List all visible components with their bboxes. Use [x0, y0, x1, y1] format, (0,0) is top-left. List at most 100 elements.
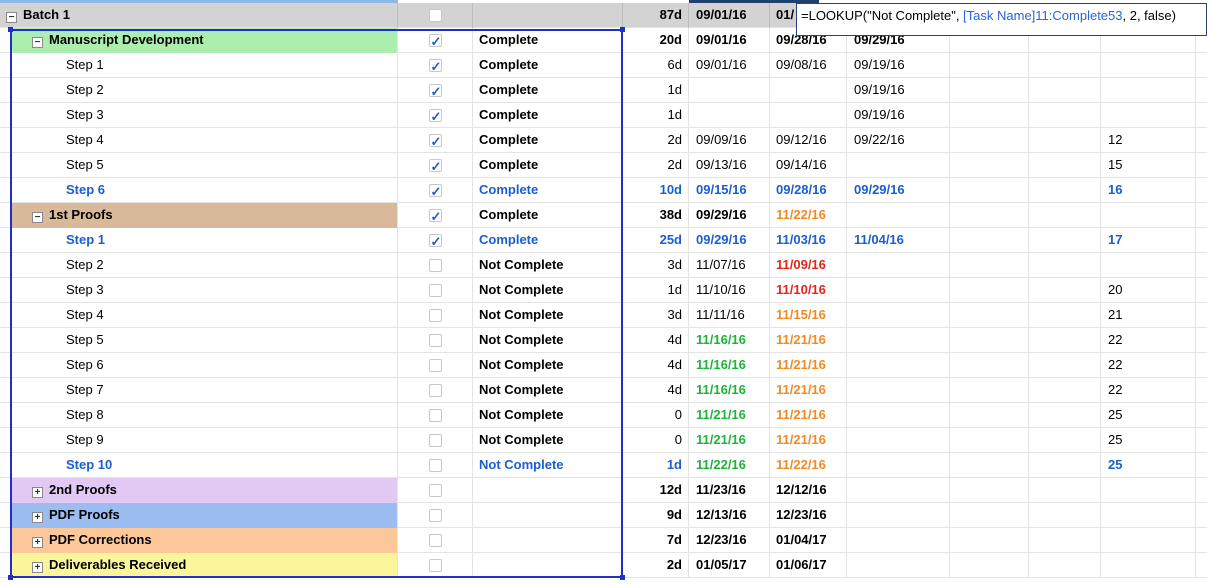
task-name-cell[interactable]: Step 2 [11, 78, 398, 103]
complete-checkbox-cell[interactable] [398, 228, 473, 253]
date-cell[interactable]: 11/04/16 [847, 228, 950, 253]
end-date-cell[interactable]: 09/08/16 [770, 53, 847, 78]
row-number-cell[interactable] [1101, 103, 1196, 128]
row-number-cell[interactable] [1101, 478, 1196, 503]
task-name-cell[interactable]: Step 5 [11, 153, 398, 178]
unchecked-checkbox[interactable] [428, 534, 442, 548]
duration-cell[interactable]: 20d [623, 28, 689, 53]
task-row[interactable]: Step 6 Not Complete 4d 11/16/16 11/21/16 22 [0, 353, 1207, 378]
start-date-cell[interactable]: 11/16/16 [689, 328, 770, 353]
status-cell[interactable] [473, 3, 623, 28]
unchecked-checkbox[interactable] [428, 359, 442, 373]
complete-checkbox-cell[interactable] [398, 278, 473, 303]
end-date-cell[interactable]: 12/23/16 [770, 503, 847, 528]
empty-cell[interactable] [950, 303, 1029, 328]
empty-cell[interactable] [1029, 78, 1101, 103]
duration-cell[interactable]: 2d [623, 553, 689, 578]
empty-cell[interactable] [1196, 378, 1207, 403]
empty-cell[interactable] [1196, 228, 1207, 253]
complete-checkbox-cell[interactable] [398, 428, 473, 453]
date-cell[interactable] [847, 478, 950, 503]
start-date-cell[interactable]: 09/09/16 [689, 128, 770, 153]
task-name-cell[interactable]: Step 10 [11, 453, 398, 478]
task-row[interactable]: Step 2 Complete1d 09/19/16 [0, 78, 1207, 103]
start-date-cell[interactable]: 11/16/16 [689, 378, 770, 403]
status-cell[interactable]: Not Complete [473, 428, 623, 453]
expand-icon[interactable]: + [32, 562, 43, 573]
task-row[interactable]: Step 4 Not Complete 3d 11/11/16 11/15/16 21 [0, 303, 1207, 328]
duration-cell[interactable]: 38d [623, 203, 689, 228]
end-date-cell[interactable]: 01/04/17 [770, 528, 847, 553]
checked-checkbox[interactable] [428, 130, 442, 153]
task-name-cell[interactable]: Step 4 [11, 303, 398, 328]
unchecked-checkbox[interactable] [428, 459, 442, 473]
task-name-cell[interactable]: Step 3 [11, 103, 398, 128]
status-cell[interactable]: Not Complete [473, 303, 623, 328]
task-name-cell[interactable]: −1st Proofs [11, 203, 398, 228]
row-number-cell[interactable]: 22 [1101, 353, 1196, 378]
empty-cell[interactable] [950, 428, 1029, 453]
date-cell[interactable] [847, 553, 950, 578]
row-number-cell[interactable] [1101, 203, 1196, 228]
status-cell[interactable]: Complete [473, 78, 623, 103]
end-date-cell[interactable]: 01/06/17 [770, 553, 847, 578]
empty-cell[interactable] [950, 103, 1029, 128]
empty-cell[interactable] [950, 328, 1029, 353]
duration-cell[interactable]: 3d [623, 303, 689, 328]
start-date-cell[interactable]: 09/01/16 [689, 53, 770, 78]
duration-cell[interactable]: 4d [623, 353, 689, 378]
checked-checkbox[interactable] [428, 55, 442, 78]
task-name-cell[interactable]: Step 8 [11, 403, 398, 428]
empty-cell[interactable] [1029, 303, 1101, 328]
empty-cell[interactable] [1029, 503, 1101, 528]
complete-checkbox-cell[interactable] [398, 253, 473, 278]
checked-checkbox[interactable] [428, 30, 442, 53]
unchecked-checkbox[interactable] [428, 409, 442, 423]
empty-cell[interactable] [1029, 228, 1101, 253]
duration-cell[interactable]: 6d [623, 53, 689, 78]
section-row[interactable]: −1st Proofs Complete38d09/29/1611/22/16 [0, 203, 1207, 228]
empty-cell[interactable] [950, 153, 1029, 178]
end-date-cell[interactable]: 11/21/16 [770, 403, 847, 428]
status-cell[interactable]: Not Complete [473, 278, 623, 303]
date-cell[interactable] [847, 403, 950, 428]
start-date-cell[interactable]: 11/23/16 [689, 478, 770, 503]
empty-cell[interactable] [1029, 253, 1101, 278]
task-row[interactable]: Step 1 Complete6d09/01/1609/08/1609/19/16 [0, 53, 1207, 78]
start-date-cell[interactable]: 11/11/16 [689, 303, 770, 328]
duration-cell[interactable]: 7d [623, 528, 689, 553]
row-number-cell[interactable] [1101, 253, 1196, 278]
start-date-cell[interactable]: 11/22/16 [689, 453, 770, 478]
date-cell[interactable]: 09/29/16 [847, 178, 950, 203]
row-number-cell[interactable]: 25 [1101, 453, 1196, 478]
task-row[interactable]: Step 2 Not Complete 3d 11/07/16 11/09/16 [0, 253, 1207, 278]
start-date-cell[interactable]: 01/05/17 [689, 553, 770, 578]
checked-checkbox[interactable] [428, 80, 442, 103]
empty-cell[interactable] [1196, 353, 1207, 378]
end-date-cell[interactable] [770, 78, 847, 103]
empty-cell[interactable] [1196, 503, 1207, 528]
empty-cell[interactable] [950, 203, 1029, 228]
empty-cell[interactable] [1029, 203, 1101, 228]
duration-cell[interactable]: 1d [623, 453, 689, 478]
empty-cell[interactable] [1196, 453, 1207, 478]
start-date-cell[interactable]: 11/21/16 [689, 403, 770, 428]
section-row[interactable]: + PDF Corrections 7d 12/23/16 01/04/17 [0, 528, 1207, 553]
expand-icon[interactable]: + [32, 487, 43, 498]
task-row[interactable]: Step 8 Not Complete 0 11/21/16 11/21/16 25 [0, 403, 1207, 428]
complete-checkbox-cell[interactable] [398, 478, 473, 503]
empty-cell[interactable] [1196, 528, 1207, 553]
complete-checkbox-cell[interactable] [398, 503, 473, 528]
status-cell[interactable]: Not Complete [473, 453, 623, 478]
empty-cell[interactable] [1029, 553, 1101, 578]
date-cell[interactable] [847, 278, 950, 303]
empty-cell[interactable] [1196, 78, 1207, 103]
status-cell[interactable]: Complete [473, 153, 623, 178]
status-cell[interactable]: Not Complete [473, 378, 623, 403]
empty-cell[interactable] [1196, 53, 1207, 78]
end-date-cell[interactable]: 11/15/16 [770, 303, 847, 328]
start-date-cell[interactable]: 09/13/16 [689, 153, 770, 178]
task-name-cell[interactable]: − Batch 1 [0, 3, 398, 28]
end-date-cell[interactable]: 11/10/16 [770, 278, 847, 303]
start-date-cell[interactable]: 12/23/16 [689, 528, 770, 553]
